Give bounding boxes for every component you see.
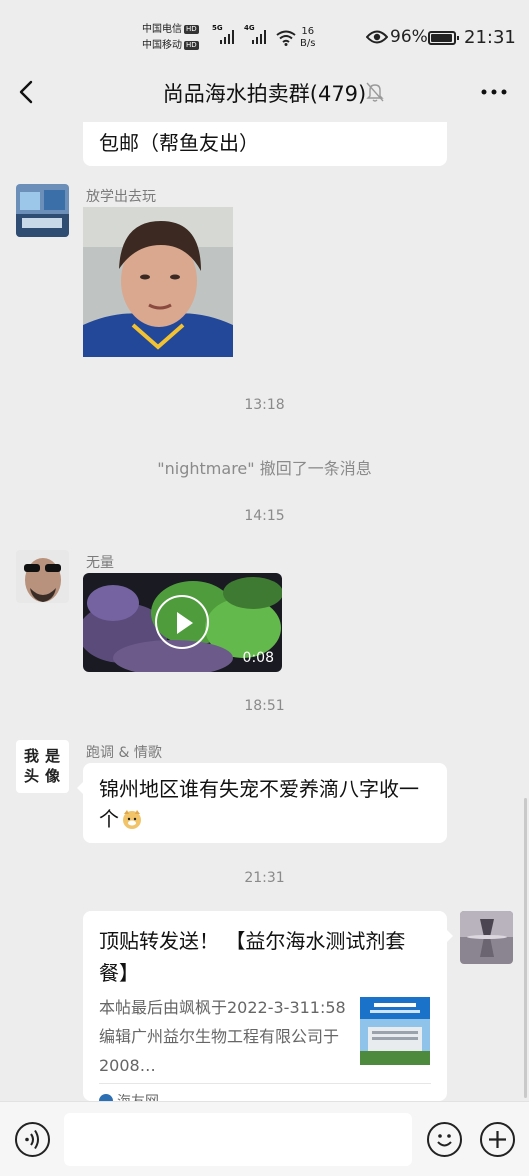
avatar[interactable] [16,184,69,237]
mute-bell-icon [366,82,384,102]
plus-icon[interactable] [480,1122,515,1157]
carrier-2: 中国移动 [142,40,182,51]
scrollbar[interactable] [524,798,527,1098]
message-input[interactable] [64,1113,412,1166]
speed-value: 16 [301,26,315,37]
card-title: 顶贴转发送！ 【益尔海水测试剂套餐】 [99,929,406,985]
header-overlay: 尚品海水拍卖群(479) [0,62,529,122]
wifi-icon [276,30,296,46]
clock: 21:31 [464,27,516,48]
play-icon[interactable] [155,595,209,649]
battery-fill [431,34,453,42]
sender-name: 放学出去玩 [86,189,156,205]
emoji-icon[interactable] [427,1122,462,1157]
timestamp: 21:31 [244,870,285,886]
more-icon[interactable] [479,80,509,104]
my-avatar[interactable] [460,911,513,964]
sunglasses-avatar-image [16,550,69,603]
card-thumbnail [360,997,430,1065]
carrier-1: 中国电信 [142,24,182,35]
eye-icon [366,30,388,44]
video-duration: 0:08 [242,650,274,666]
message-bubble[interactable]: 锦州地区谁有失宠不爱养滴八字收一个 [77,763,447,843]
message-text: 锦州地区谁有失宠不爱养滴八字收一个 [99,777,419,831]
avatar-text: 我是头像 [24,747,67,785]
sender-name: 跑调 & 情歌 [86,745,162,761]
network-speed: 16 B/s [300,26,315,50]
battery-icon [428,31,459,45]
avatar[interactable] [16,550,69,603]
hd-badge: HD [184,25,199,34]
hd-badge: HD [184,41,199,50]
battery-percent: 96% [390,27,428,47]
timestamp: 18:51 [244,698,285,714]
building-thumbnail-image [360,997,430,1065]
link-card[interactable]: 顶贴转发送！ 【益尔海水测试剂套餐】 本帖最后由飒枫于2022-3-311:58… [83,911,453,1109]
recall-notice: "nightmare" 撤回了一条消息 [157,459,372,478]
doge-emoji-icon [121,808,143,830]
avatar[interactable]: 我是头像 [16,740,69,793]
input-bar [0,1101,529,1176]
voice-icon[interactable] [15,1122,50,1157]
face-photo-image [83,207,233,357]
aquarium-avatar-image [16,184,69,237]
reflection-avatar-image [460,911,513,964]
timestamp: 14:15 [244,508,285,524]
status-bar: 中国电信 HD 中国移动 HD 5G 4G 16 B/s 96% 21:31 [0,0,529,62]
carrier-labels: 中国电信 HD 中国移动 HD [142,22,199,54]
speed-unit: B/s [300,38,316,49]
video-message[interactable]: 0:08 [83,573,282,672]
partial-message-text: 包邮（帮鱼友出） [99,131,259,155]
sender-name: 无量 [86,555,114,571]
timestamp: 13:18 [244,397,285,413]
photo-message[interactable] [83,207,233,357]
chat-title[interactable]: 尚品海水拍卖群(479) [0,78,529,108]
card-description: 本帖最后由飒枫于2022-3-311:58编辑广州益尔生物工程有限公司于2008… [99,998,346,1075]
card-divider [99,1083,431,1084]
